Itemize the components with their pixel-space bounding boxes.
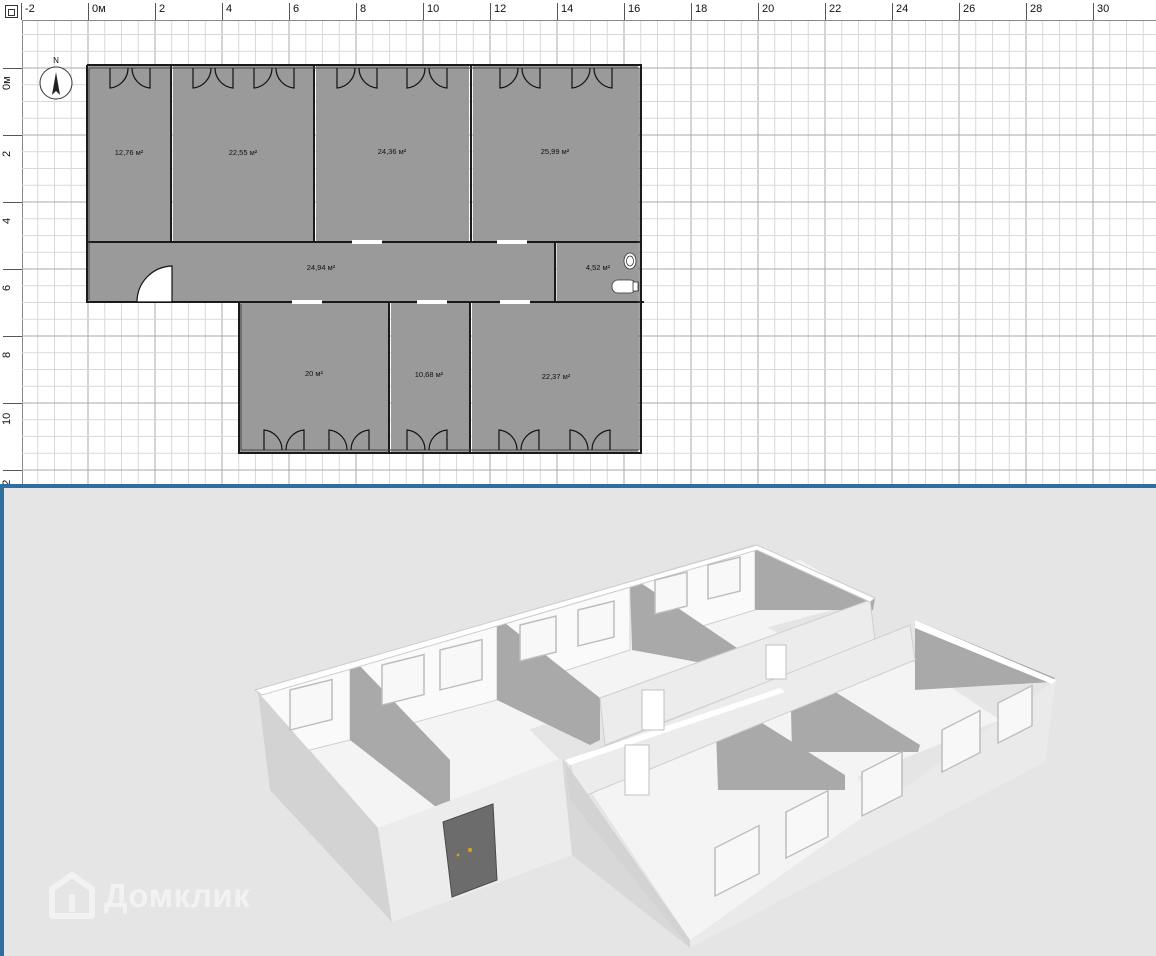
ruler-tick <box>88 3 89 20</box>
ruler-corner-button[interactable] <box>0 0 23 21</box>
area-label: 24,94 м² <box>307 263 336 272</box>
ruler-label: 8 <box>1 351 13 358</box>
home-logo-icon <box>49 872 95 919</box>
ruler-label: 0м <box>1 76 13 90</box>
ruler-label: 28 <box>1030 3 1043 15</box>
ruler-label: 14 <box>561 3 574 15</box>
watermark: Домклик <box>48 872 250 920</box>
ruler-tick <box>758 3 759 20</box>
ruler-tick <box>222 3 223 20</box>
ruler-label: 26 <box>963 3 976 15</box>
ruler-tick <box>3 202 22 203</box>
ruler-tick <box>21 3 22 20</box>
ruler-tick <box>1026 3 1027 20</box>
plan-grid[interactable]: 12,76 м² 22,55 м² 24,36 м² 25,99 м² 24,9… <box>22 21 1156 484</box>
ruler-tick <box>1093 3 1094 20</box>
compass-label: N <box>53 56 59 65</box>
ruler-tick <box>3 403 22 404</box>
ruler-label: 16 <box>628 3 641 15</box>
ruler-tick <box>825 3 826 20</box>
ruler-tick <box>557 3 558 20</box>
ruler-tick <box>3 470 22 471</box>
ruler-tick <box>691 3 692 20</box>
ruler-label: 30 <box>1097 3 1110 15</box>
ruler-tick <box>892 3 893 20</box>
ruler-label: 22 <box>829 3 842 15</box>
ruler-label: 8 <box>360 3 367 15</box>
area-label: 4,52 м² <box>586 263 611 272</box>
horizontal-ruler: -2 0м 2 4 6 8 10 12 14 16 18 20 22 24 26 28 30 <box>21 0 1156 21</box>
ruler-label: 20 <box>762 3 775 15</box>
ruler-tick <box>3 269 22 270</box>
ruler-tick <box>3 135 22 136</box>
area-label: 10,68 м² <box>415 370 444 379</box>
ruler-tick <box>289 3 290 20</box>
ruler-label: 24 <box>896 3 909 15</box>
ruler-label: 2 <box>159 3 166 15</box>
ruler-label: 0м <box>92 3 106 15</box>
ruler-label: 6 <box>1 284 13 291</box>
area-label: 12,76 м² <box>115 148 144 157</box>
ruler-label: 4 <box>1 217 13 224</box>
floor-plan[interactable]: 12,76 м² 22,55 м² 24,36 м² 25,99 м² 24,9… <box>86 64 644 454</box>
ruler-label: 2 <box>1 150 13 157</box>
layers-icon <box>5 5 18 18</box>
area-label: 20 м² <box>305 369 324 378</box>
ruler-label: 10 <box>1 412 13 425</box>
plan-view[interactable]: -2 0м 2 4 6 8 10 12 14 16 18 20 22 24 26 28 30 0м 2 4 6 8 10 1… <box>0 0 1156 484</box>
3d-view[interactable]: Домклик <box>4 488 1156 956</box>
ruler-label: 4 <box>226 3 233 15</box>
vertical-ruler: 0м24681012 <box>0 20 23 484</box>
ruler-tick <box>155 3 156 20</box>
area-label: 22,55 м² <box>229 148 258 157</box>
area-label: 22,37 м² <box>542 372 571 381</box>
ruler-label: 10 <box>427 3 440 15</box>
ruler-tick <box>3 68 22 69</box>
ruler-label: 12 <box>494 3 507 15</box>
area-label: 25,99 м² <box>541 147 570 156</box>
area-label: 24,36 м² <box>378 147 407 156</box>
ruler-tick <box>356 3 357 20</box>
ruler-label: -2 <box>25 3 35 15</box>
ruler-tick <box>959 3 960 20</box>
ruler-tick <box>490 3 491 20</box>
watermark-text: Домклик <box>104 877 251 914</box>
ruler-tick <box>624 3 625 20</box>
compass-icon[interactable]: N <box>39 56 73 100</box>
ruler-tick <box>3 336 22 337</box>
ruler-label: 6 <box>293 3 300 15</box>
ruler-tick <box>423 3 424 20</box>
ruler-label: 18 <box>695 3 708 15</box>
